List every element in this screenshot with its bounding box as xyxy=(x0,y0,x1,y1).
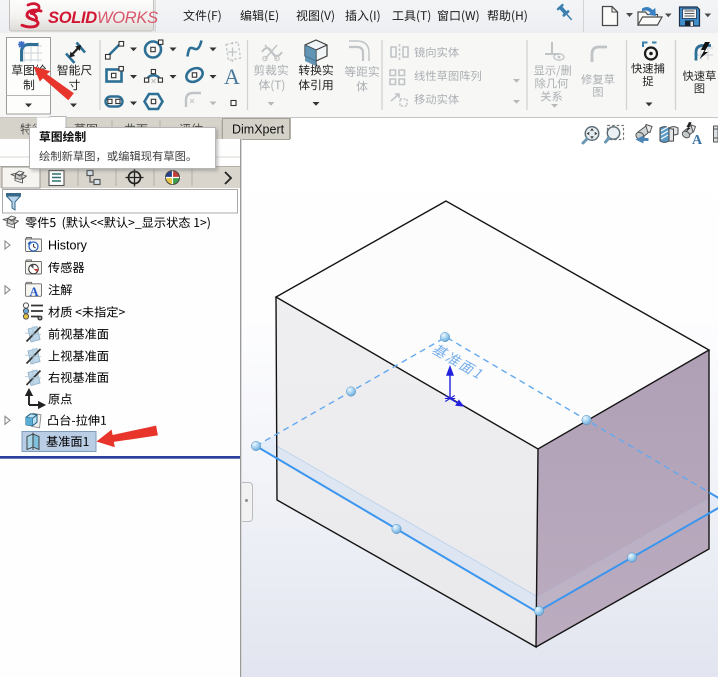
svg-text:History: History xyxy=(48,239,88,253)
svg-text:A: A xyxy=(692,133,703,148)
svg-text:A: A xyxy=(30,285,39,299)
svg-text:A: A xyxy=(224,64,240,89)
